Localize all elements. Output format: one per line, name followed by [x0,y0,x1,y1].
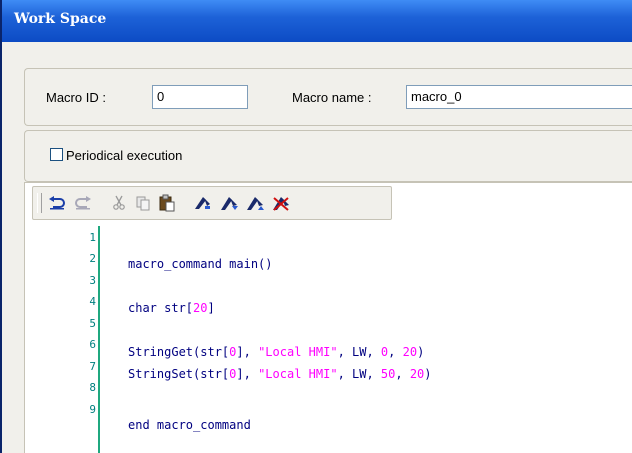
undo-button[interactable] [45,190,69,216]
window-title: Work Space [14,11,107,27]
paste-icon [159,194,175,212]
clear-bookmarks-button[interactable] [269,190,293,216]
code-text: ) [417,345,425,359]
code-text: ], [236,345,259,359]
code-line-2: macro_command main() [128,257,273,271]
next-bookmark-button[interactable] [217,190,241,216]
code-text: , [388,345,403,359]
work-space-window: Work Space Macro ID : 0 Macro name : mac… [0,0,632,453]
macro-id-field[interactable]: 0 [152,85,248,109]
code-text: ] [207,301,215,315]
code-line-6: StringGet(str[0], "Local HMI", LW, 0, 20… [128,345,424,359]
bookmark-clear-icon [273,197,289,211]
line-number: 1 [89,231,96,244]
code-line-9: end macro_command [128,418,251,432]
code-text: ], [236,367,259,381]
macro-name-label: Macro name : [292,90,372,105]
toolbar-grip[interactable] [37,193,42,213]
code-text: , LW, [337,345,381,359]
paste-button[interactable] [155,190,179,216]
numeric-literal: 20 [193,301,208,315]
cut-icon [113,195,125,210]
toggle-bookmark-button[interactable] [191,190,215,216]
numeric-literal: 20 [402,345,418,359]
editor-toolbar [32,186,392,220]
bookmark-toggle-icon [195,197,210,209]
string-literal: "Local HMI" [258,345,338,359]
code-line-7: StringSet(str[0], "Local HMI", LW, 50, 2… [128,367,432,381]
code-text: macro_command main() [128,257,273,271]
line-number: 5 [89,317,96,330]
code-text: end macro_command [128,418,251,432]
macro-name-field[interactable]: macro_0 [406,85,632,109]
bookmark-next-icon [221,197,238,210]
line-number: 3 [89,274,96,287]
redo-icon [75,196,91,210]
macro-id-label: Macro ID : [46,90,106,105]
code-text: , LW, [337,367,381,381]
code-text: , [395,367,410,381]
periodical-execution-label: Periodical execution [66,148,183,163]
line-number: 8 [89,381,96,394]
line-number: 9 [89,403,96,416]
code-text: StringGet(str[ [128,345,230,359]
code-text: StringSet(str[ [128,367,230,381]
copy-button[interactable] [131,190,155,216]
redo-button[interactable] [71,190,95,216]
numeric-literal: 50 [380,367,396,381]
bookmark-prev-icon [247,197,264,210]
code-line-4: char str[20] [128,301,215,315]
line-number: 4 [89,295,96,308]
string-literal: "Local HMI" [258,367,338,381]
line-number: 7 [89,360,96,373]
line-number: 2 [89,252,96,265]
line-number: 6 [89,338,96,351]
code-text: ) [424,367,432,381]
numeric-literal: 20 [409,367,425,381]
undo-icon [49,196,65,210]
previous-bookmark-button[interactable] [243,190,267,216]
code-text: char str[ [128,301,194,315]
cut-button[interactable] [107,190,131,216]
periodical-execution-checkbox[interactable] [50,148,63,161]
title-bar[interactable]: Work Space [2,0,632,42]
copy-icon [136,196,150,211]
